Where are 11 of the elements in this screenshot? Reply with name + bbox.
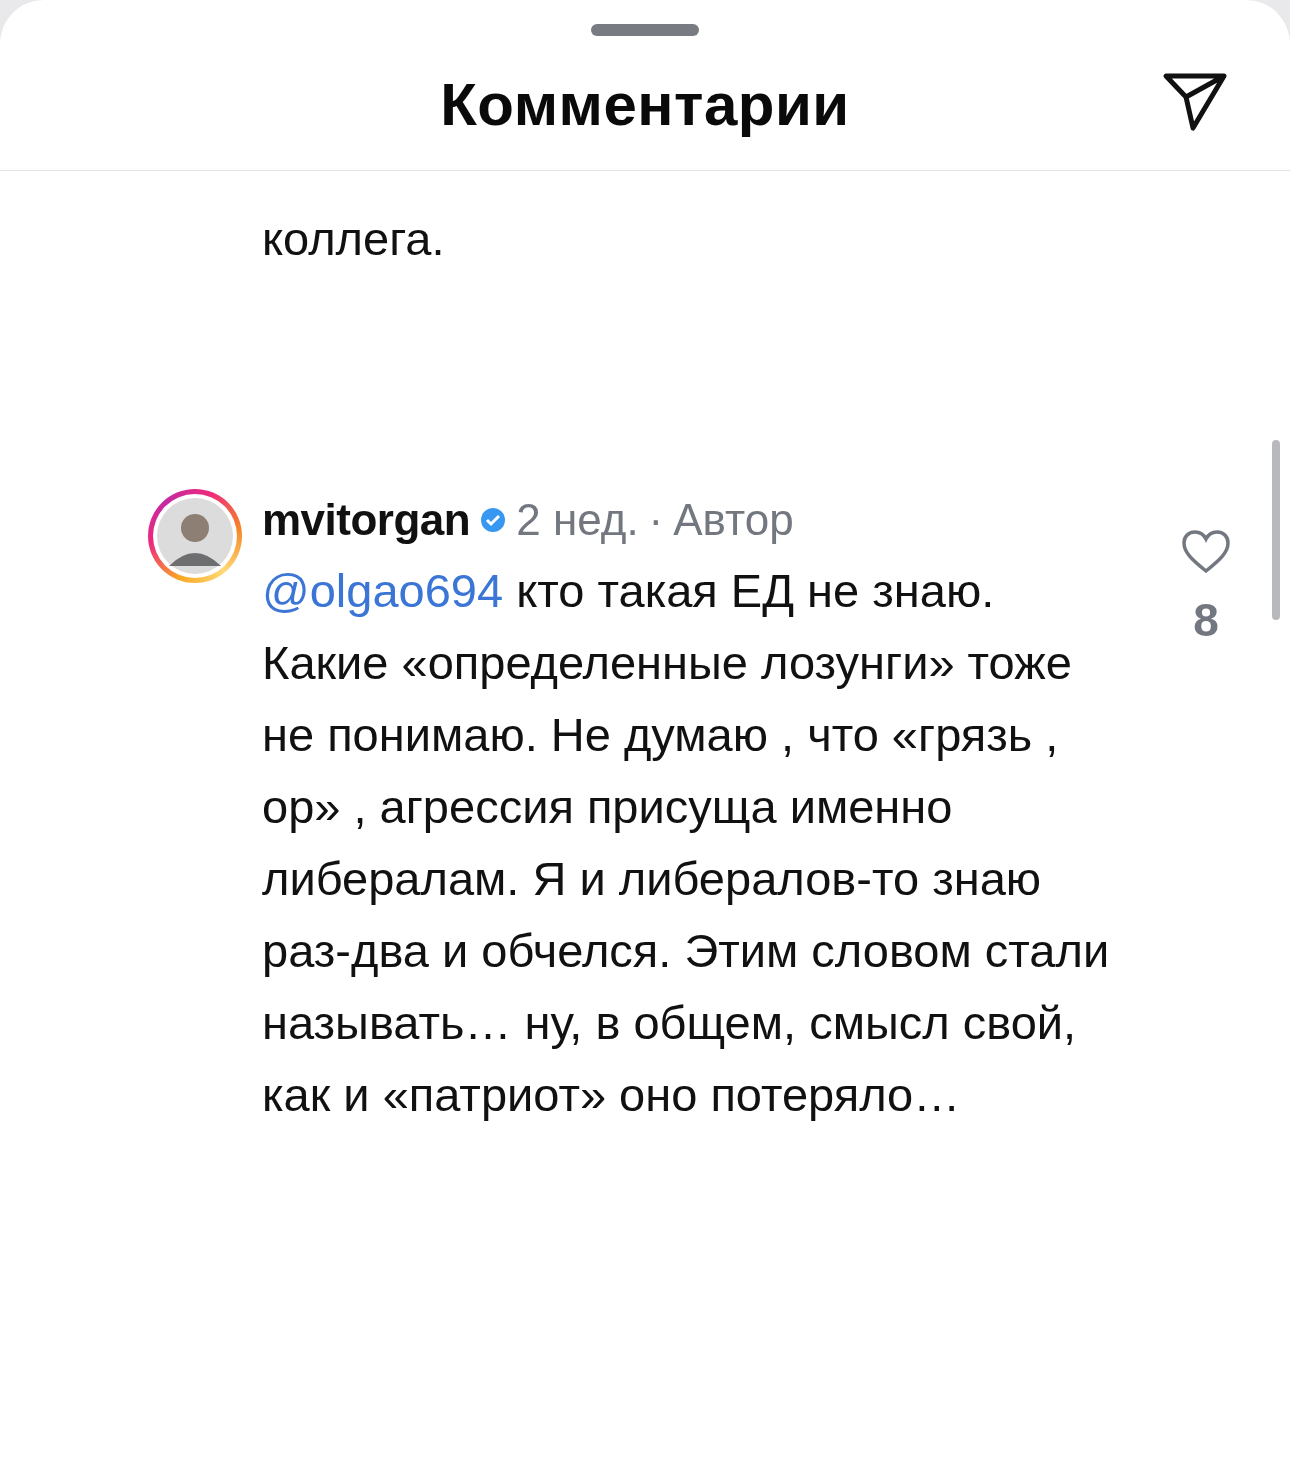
username[interactable]: mvitorgan <box>262 495 471 545</box>
author-label: Автор <box>673 495 794 545</box>
comment-text: коллега. <box>261 211 446 267</box>
drag-handle[interactable] <box>591 24 699 36</box>
comment-text: @olgao694 кто такая ЕД не знаю. Какие «определенные лозунги» тоже не понимаю. Не думаю , что «грязь , ор» , агрессия присуща именно либералам. Я и либералов-то знаю раз-два и обчелся. Этим словом стали называть… ну, в общем, смысл свой, как и «патриот» оно потеряло… <box>262 563 1111 1123</box>
heart-icon[interactable] <box>1181 529 1231 575</box>
comment-time: 2 нед. <box>516 495 639 545</box>
like-count: 8 <box>1193 593 1219 647</box>
mention-link[interactable]: @olgao694 <box>262 564 504 617</box>
separator-dot: · <box>648 495 664 545</box>
sheet-title: Комментарии <box>440 70 850 139</box>
